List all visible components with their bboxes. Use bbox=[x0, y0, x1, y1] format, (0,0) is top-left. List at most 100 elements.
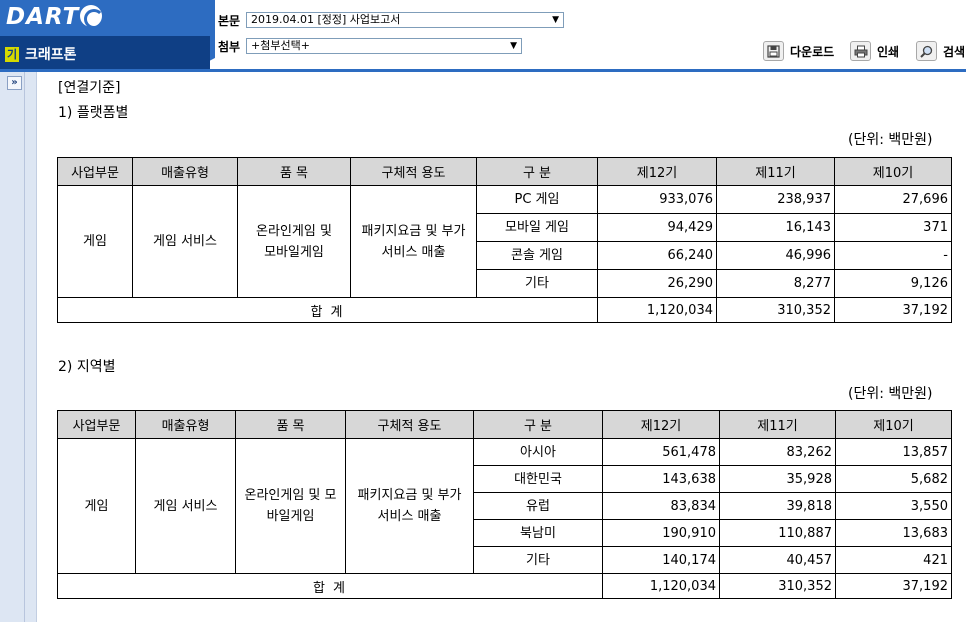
category-cell: PC 게임 bbox=[476, 185, 598, 214]
segment-cell: 게임 bbox=[57, 185, 133, 298]
printer-icon bbox=[850, 41, 871, 61]
side-panel bbox=[0, 72, 37, 622]
total-row: 합 계 1,120,034 310,352 37,192 bbox=[57, 573, 952, 599]
value-cell: 8,277 bbox=[716, 269, 835, 298]
search-icon bbox=[916, 41, 937, 61]
value-cell: 190,910 bbox=[602, 519, 720, 547]
print-label: 인쇄 bbox=[877, 44, 900, 59]
category-cell: 기타 bbox=[476, 269, 598, 298]
value-cell: 27,696 bbox=[834, 185, 952, 214]
total-value: 310,352 bbox=[719, 573, 836, 599]
category-cell: 대한민국 bbox=[473, 465, 603, 493]
download-button[interactable]: 다운로드 bbox=[763, 40, 834, 62]
header-cell: 사업부문 bbox=[57, 410, 136, 439]
value-cell: 5,682 bbox=[835, 465, 952, 493]
side-divider bbox=[24, 72, 25, 622]
total-value: 1,120,034 bbox=[602, 573, 720, 599]
category-cell: 아시아 bbox=[473, 438, 603, 466]
logo-mark-icon bbox=[80, 5, 105, 29]
value-cell: 46,996 bbox=[716, 241, 835, 270]
header-cell: 제11기 bbox=[719, 410, 836, 439]
usage-cell: 패키지요금 및 부가서비스 매출 bbox=[350, 185, 477, 298]
search-label: 검색 bbox=[943, 44, 966, 59]
section-title: 1) 플랫폼별 bbox=[58, 105, 129, 121]
header-divider bbox=[0, 69, 966, 72]
search-button[interactable]: 검색 bbox=[916, 40, 965, 62]
header-cell: 제10기 bbox=[834, 157, 952, 186]
attach-label: 첨부 bbox=[218, 40, 241, 54]
item-cell: 온라인게임 및 모바일게임 bbox=[235, 438, 346, 574]
dart-logo[interactable]: DART bbox=[6, 4, 105, 30]
header-cell: 구 분 bbox=[473, 410, 603, 439]
value-cell: 16,143 bbox=[716, 213, 835, 242]
value-cell: 66,240 bbox=[597, 241, 717, 270]
download-label: 다운로드 bbox=[790, 44, 835, 59]
category-cell: 모바일 게임 bbox=[476, 213, 598, 242]
corp-type-badge: 기 bbox=[5, 47, 19, 62]
value-cell: 83,834 bbox=[602, 492, 720, 520]
total-value: 1,120,034 bbox=[597, 297, 717, 323]
main-doc-label: 본문 bbox=[218, 14, 241, 28]
table-row: 게임 게임 서비스 온라인게임 및 모바일게임 패키지요금 및 부가서비스 매출… bbox=[57, 185, 952, 298]
main-doc-select[interactable]: 2019.04.01 [정정] 사업보고서 ▼ bbox=[246, 12, 564, 28]
value-cell: 3,550 bbox=[835, 492, 952, 520]
usage-cell: 패키지요금 및 부가서비스 매출 bbox=[345, 438, 474, 574]
sales-type-cell: 게임 서비스 bbox=[135, 438, 236, 574]
value-cell: 371 bbox=[834, 213, 952, 242]
value-cell: 35,928 bbox=[719, 465, 836, 493]
category-cell: 콘솔 게임 bbox=[476, 241, 598, 270]
logo-text: DART bbox=[6, 4, 80, 30]
total-label: 합 계 bbox=[57, 297, 598, 323]
header-cell: 제12기 bbox=[602, 410, 720, 439]
regional-sales-table: 사업부문 매출유형 품 목 구체적 용도 구 분 제12기 제11기 제10기 … bbox=[57, 410, 952, 599]
header-cell: 구체적 용도 bbox=[350, 157, 477, 186]
segment-cell: 게임 bbox=[57, 438, 136, 574]
sales-type-cell: 게임 서비스 bbox=[132, 185, 238, 298]
total-value: 37,192 bbox=[835, 573, 952, 599]
value-cell: 421 bbox=[835, 546, 952, 574]
value-cell: 13,683 bbox=[835, 519, 952, 547]
section-title: 2) 지역별 bbox=[58, 359, 116, 375]
value-cell: 40,457 bbox=[719, 546, 836, 574]
corp-name: 크래프톤 bbox=[25, 47, 77, 63]
header-cell: 제10기 bbox=[835, 410, 952, 439]
value-cell: 140,174 bbox=[602, 546, 720, 574]
value-cell: 26,290 bbox=[597, 269, 717, 298]
unit-label: (단위: 백만원) bbox=[848, 132, 933, 148]
header-cell: 제11기 bbox=[716, 157, 835, 186]
header-cell: 매출유형 bbox=[132, 157, 238, 186]
table-header-row: 사업부문 매출유형 품 목 구체적 용도 구 분 제12기 제11기 제10기 bbox=[57, 157, 952, 186]
download-icon bbox=[763, 41, 784, 61]
table-header-row: 사업부문 매출유형 품 목 구체적 용도 구 분 제12기 제11기 제10기 bbox=[57, 410, 952, 439]
value-cell: 238,937 bbox=[716, 185, 835, 214]
attach-select[interactable]: +첨부선택+ ▼ bbox=[246, 38, 522, 54]
header-cell: 사업부문 bbox=[57, 157, 133, 186]
category-cell: 북남미 bbox=[473, 519, 603, 547]
expand-toc-button[interactable]: » bbox=[7, 76, 22, 90]
value-cell: 110,887 bbox=[719, 519, 836, 547]
header-cell: 제12기 bbox=[597, 157, 717, 186]
header-cell: 구 분 bbox=[476, 157, 598, 186]
value-cell: 83,262 bbox=[719, 438, 836, 466]
header-cell: 품 목 bbox=[235, 410, 346, 439]
print-button[interactable]: 인쇄 bbox=[850, 40, 899, 62]
value-cell: 39,818 bbox=[719, 492, 836, 520]
value-cell: 9,126 bbox=[834, 269, 952, 298]
platform-sales-table: 사업부문 매출유형 품 목 구체적 용도 구 분 제12기 제11기 제10기 … bbox=[57, 157, 952, 323]
main-doc-value: 2019.04.01 [정정] 사업보고서 bbox=[251, 13, 401, 26]
dropdown-arrow-icon: ▼ bbox=[552, 15, 559, 25]
category-cell: 기타 bbox=[473, 546, 603, 574]
value-cell: 143,638 bbox=[602, 465, 720, 493]
table-row: 게임 게임 서비스 온라인게임 및 모바일게임 패키지요금 및 부가서비스 매출… bbox=[57, 438, 952, 574]
total-value: 310,352 bbox=[716, 297, 835, 323]
header-cell: 품 목 bbox=[237, 157, 351, 186]
total-value: 37,192 bbox=[834, 297, 952, 323]
basis-label: [연결기준] bbox=[58, 80, 121, 96]
value-cell: - bbox=[834, 241, 952, 270]
category-cell: 유럽 bbox=[473, 492, 603, 520]
dropdown-arrow-icon: ▼ bbox=[510, 41, 517, 51]
total-row: 합 계 1,120,034 310,352 37,192 bbox=[57, 297, 952, 323]
item-cell: 온라인게임 및 모바일게임 bbox=[237, 185, 351, 298]
attach-value: +첨부선택+ bbox=[251, 39, 310, 52]
header-cell: 매출유형 bbox=[135, 410, 236, 439]
